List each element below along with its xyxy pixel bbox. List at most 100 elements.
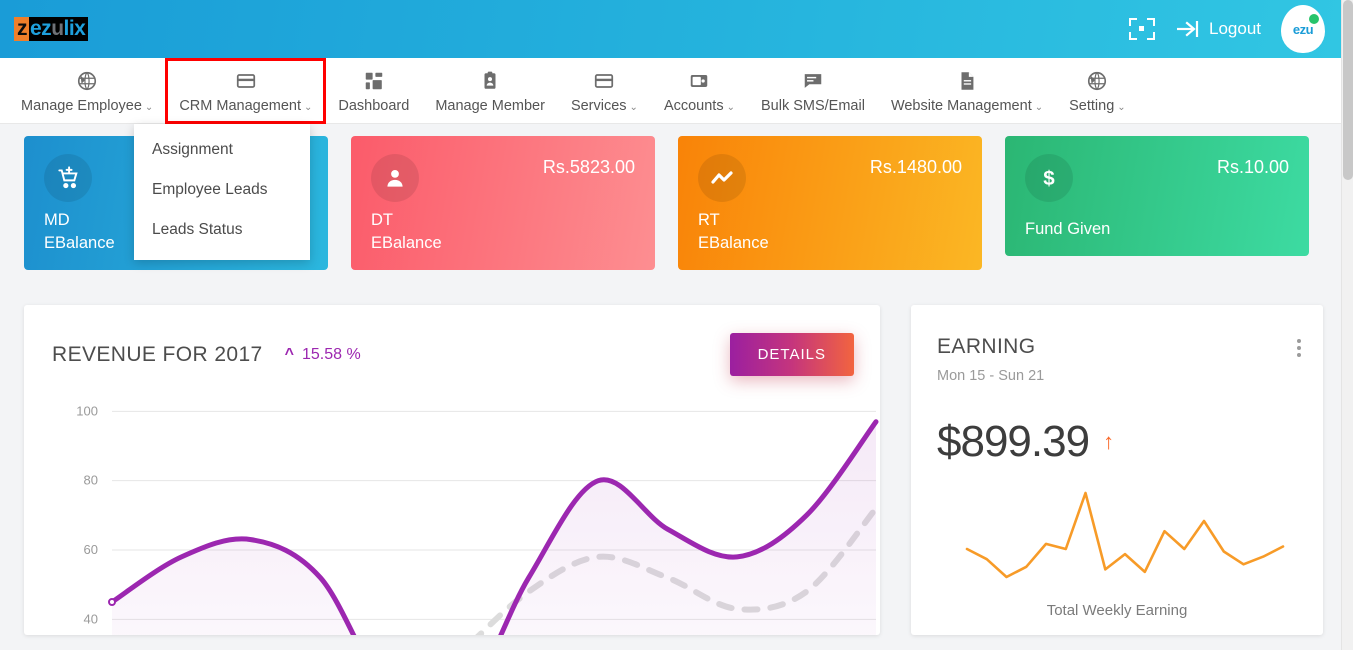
chevron-down-icon: ⌄ — [304, 101, 313, 113]
stat-card-label-line2: EBalance — [371, 233, 442, 252]
dropdown-item-employee-leads[interactable]: Employee Leads — [134, 170, 310, 210]
stat-card-amount: Rs.5823.00 — [542, 157, 635, 177]
earning-title: EARNING — [937, 335, 1036, 358]
user-icon — [371, 154, 419, 202]
chevron-down-icon: ⌄ — [144, 101, 154, 113]
nav-item-label-wrap: Bulk SMS/Email — [761, 98, 865, 114]
wallet-icon — [688, 68, 710, 94]
nav-item-label: Manage Member — [435, 97, 545, 114]
nav-item-services[interactable]: Services ⌄ — [558, 59, 651, 123]
y-axis-tick-label: 100 — [76, 403, 98, 418]
nav-item-label: Setting — [1069, 97, 1115, 114]
nav-item-crm-management[interactable]: CRM Management ⌄ — [165, 57, 327, 124]
dropdown-item-assignment[interactable]: Assignment — [134, 130, 310, 170]
card-icon — [593, 68, 615, 94]
nav-item-label: Bulk SMS/Email — [760, 97, 865, 114]
crm-management-dropdown: Assignment Employee Leads Leads Status — [134, 124, 310, 260]
grid-icon — [363, 68, 385, 94]
logo-wordmark: ezulix — [30, 17, 86, 40]
online-status-dot — [1309, 14, 1319, 24]
document-icon — [956, 68, 978, 94]
nav-item-label: Services — [570, 97, 627, 114]
nav-item-manage-employee[interactable]: Manage Employee ⌄ — [8, 59, 166, 123]
revenue-header: REVENUE FOR 2017 ^ 15.58 % DETAILS — [24, 305, 880, 376]
logout-arrow-icon — [1175, 19, 1201, 39]
stat-card-fund-given[interactable]: $ Rs.10.00 Fund Given — [1005, 136, 1309, 256]
nav-item-label-wrap: Dashboard — [338, 98, 409, 114]
dropdown-item-leads-status[interactable]: Leads Status — [134, 210, 310, 250]
y-axis-tick-label: 80 — [84, 473, 98, 488]
stat-card-dt-ebalance[interactable]: Rs.5823.00 DT EBalance — [351, 136, 655, 270]
sparkline-label: Total Weekly Earning — [1046, 602, 1188, 619]
logout-label: Logout — [1209, 19, 1261, 38]
header-actions: Logout ezu — [1129, 5, 1341, 53]
stat-card-amount: Rs.10.00 — [1216, 157, 1289, 177]
revenue-panel: REVENUE FOR 2017 ^ 15.58 % DETAILS 40 60 8… — [24, 305, 880, 635]
nav-item-label: Manage Employee — [21, 97, 142, 114]
top-header-bar: z ezulix Logout ezu — [0, 0, 1341, 58]
weekly-earning-sparkline: Total Weekly Earning — [911, 481, 1323, 619]
logout-button[interactable]: Logout — [1175, 19, 1261, 39]
scrollbar-thumb[interactable] — [1343, 0, 1353, 180]
earning-amount: $899.39 — [937, 417, 1090, 466]
chat-icon — [802, 68, 824, 94]
details-button[interactable]: DETAILS — [729, 333, 854, 376]
nav-item-setting[interactable]: Setting ⌄ — [1056, 59, 1139, 123]
revenue-line-chart: 40 60 80 100 — [24, 384, 880, 635]
stat-card-label-line1: DT — [371, 211, 393, 230]
stat-card-amount: Rs.1480.00 — [869, 157, 962, 177]
fullscreen-icon[interactable] — [1129, 18, 1155, 40]
page-title: REVENUE FOR 2017 — [52, 342, 263, 366]
app-logo[interactable]: z ezulix — [14, 16, 89, 42]
avatar-label: ezu — [1292, 21, 1314, 37]
vertical-scrollbar[interactable] — [1341, 0, 1353, 650]
main-navigation: Manage Employee ⌄ CRM Management ⌄ Dashboard… — [0, 57, 1341, 124]
chevron-down-icon: ⌄ — [1117, 101, 1126, 113]
nav-item-label-wrap: CRM Management ⌄ — [179, 98, 312, 114]
revenue-percent: 15.58 % — [301, 345, 361, 363]
nav-item-website-management[interactable]: Website Management ⌄ — [878, 59, 1056, 123]
nav-item-manage-member[interactable]: Manage Member — [422, 59, 558, 123]
chevron-down-icon: ⌄ — [726, 101, 735, 113]
y-axis-tick-label: 40 — [84, 611, 98, 626]
cart-plus-icon — [44, 154, 92, 202]
nav-item-label: Website Management — [890, 97, 1032, 114]
earning-amount-row: $899.39 ↑ — [937, 417, 1297, 467]
nav-item-accounts[interactable]: Accounts ⌄ — [651, 59, 748, 123]
nav-item-label-wrap: Setting ⌄ — [1069, 98, 1126, 114]
nav-item-dashboard[interactable]: Dashboard — [325, 59, 422, 123]
globe-icon — [1086, 68, 1108, 94]
nav-item-label: Accounts — [663, 97, 724, 114]
stat-card-label-line2: EBalance — [44, 233, 115, 252]
stat-card-label: MD EBalance — [44, 209, 115, 254]
arrow-up-icon: ↑ — [1103, 429, 1115, 454]
earning-panel: EARNING Mon 15 - Sun 21 $899.39 ↑ Total … — [911, 305, 1323, 635]
svg-text:$: $ — [1043, 167, 1055, 190]
nav-item-label-wrap: Manage Member — [435, 98, 545, 114]
nav-item-label: CRM Management — [179, 97, 301, 114]
logo-z-mark: z — [14, 17, 29, 41]
stat-card-label-line1: RT — [698, 211, 720, 230]
kebab-menu-icon[interactable] — [1297, 339, 1301, 360]
nav-item-label-wrap: Manage Employee ⌄ — [21, 98, 153, 114]
stat-card-label-line1: Fund Given — [1025, 219, 1111, 238]
chart-start-point — [108, 598, 116, 606]
globe-icon — [76, 68, 98, 94]
id-badge-icon — [479, 68, 501, 94]
nav-item-bulk-sms-email[interactable]: Bulk SMS/Email — [748, 59, 878, 123]
avatar[interactable]: ezu — [1281, 5, 1325, 53]
chevron-down-icon: ⌄ — [1034, 101, 1044, 113]
dollar-icon: $ — [1025, 154, 1073, 202]
nav-item-label-wrap: Services ⌄ — [571, 98, 638, 114]
chart-area-fill — [112, 421, 876, 635]
chevron-up-icon: ^ — [284, 345, 294, 363]
stat-card-rt-ebalance[interactable]: Rs.1480.00 RT EBalance — [678, 136, 982, 270]
earning-date-range: Mon 15 - Sun 21 — [937, 368, 1045, 384]
nav-item-label-wrap: Accounts ⌄ — [664, 98, 735, 114]
earning-header: EARNING Mon 15 - Sun 21 $899.39 ↑ — [911, 305, 1323, 467]
y-axis-tick-label: 60 — [84, 542, 98, 557]
dashboard-page: z ezulix Logout ezu Manage Employee ⌄ CR… — [0, 0, 1353, 650]
trend-zigzag-icon — [698, 154, 746, 202]
sparkline-path — [965, 491, 1285, 579]
card-icon — [235, 68, 257, 94]
